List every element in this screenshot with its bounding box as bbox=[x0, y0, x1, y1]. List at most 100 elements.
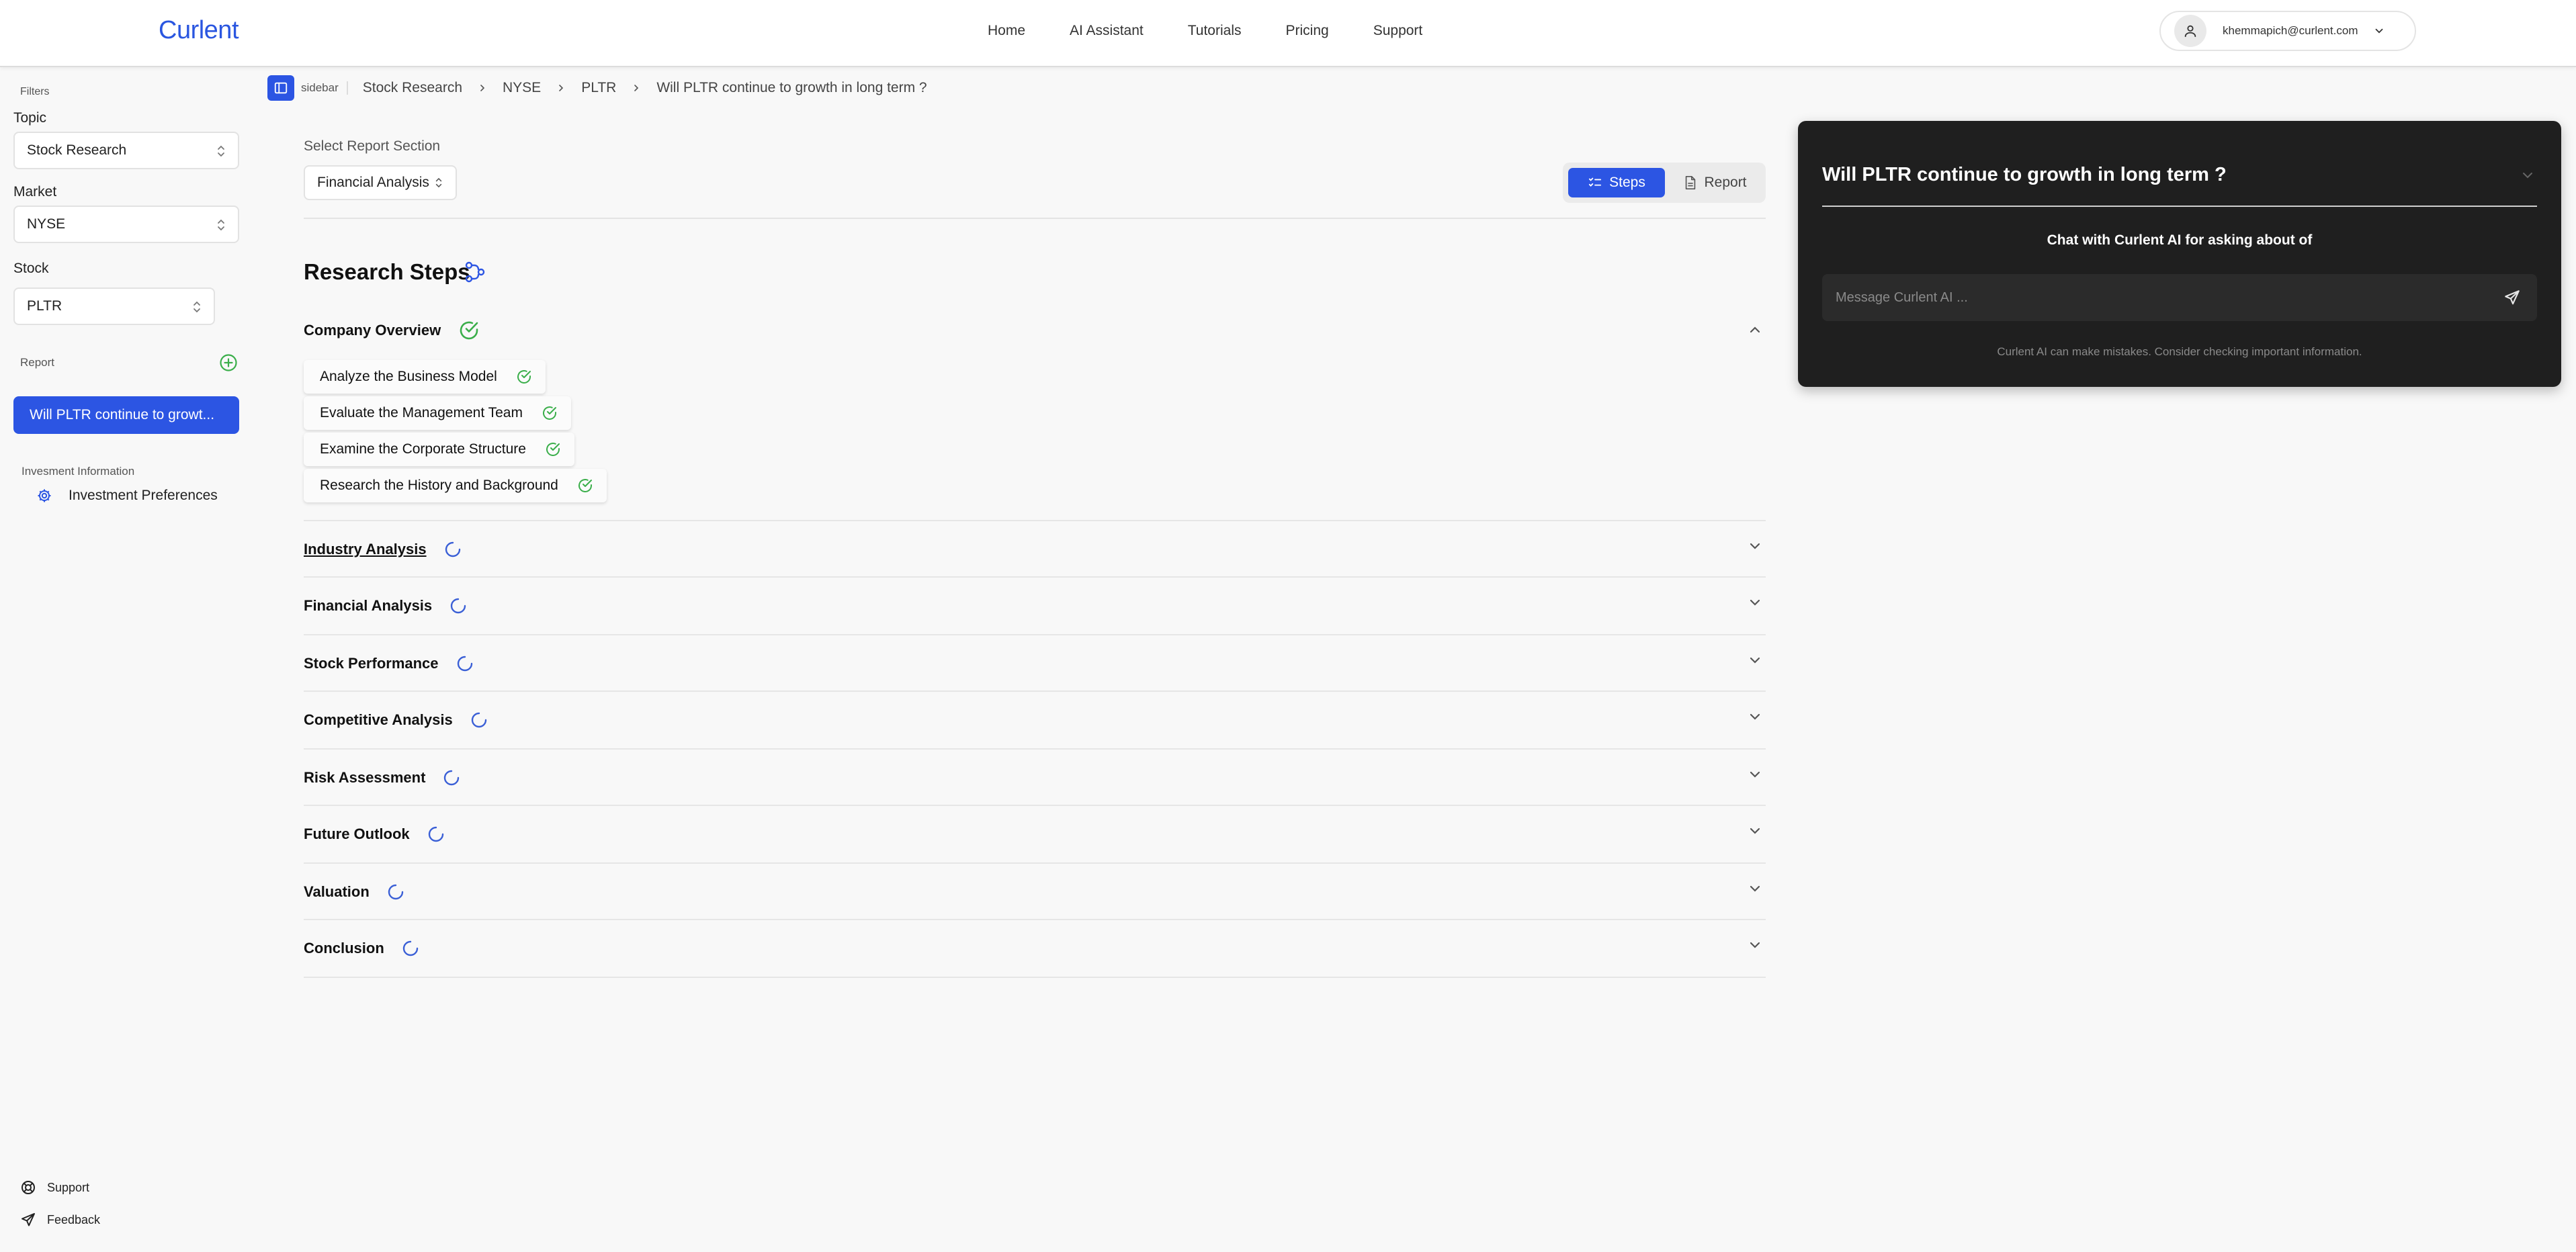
sidebar-toggle-label: sidebar bbox=[301, 81, 348, 95]
section-title: Conclusion bbox=[304, 940, 384, 956]
step-label: Analyze the Business Model bbox=[320, 369, 497, 384]
chevron-down-icon[interactable] bbox=[2521, 171, 2534, 183]
support-link[interactable]: Support bbox=[20, 1179, 89, 1196]
section-title: Company Overview bbox=[304, 322, 441, 339]
check-circle-icon bbox=[516, 369, 532, 385]
select-section-label: Select Report Section bbox=[304, 138, 441, 154]
research-steps-title: Research Steps bbox=[304, 259, 470, 284]
user-email: khemmapich@curlent.com bbox=[2223, 24, 2358, 37]
chat-input[interactable] bbox=[1836, 274, 2481, 321]
nav-pricing[interactable]: Pricing bbox=[1286, 23, 1329, 39]
step-item[interactable]: Examine the Corporate Structure bbox=[304, 433, 574, 466]
sidebar-icon bbox=[274, 82, 288, 94]
nav-support[interactable]: Support bbox=[1373, 23, 1423, 39]
sidebar-toggle-button[interactable] bbox=[267, 75, 294, 101]
view-toggle: Steps Report bbox=[1563, 163, 1766, 203]
chevron-down-icon bbox=[1748, 541, 1762, 554]
step-label: Research the History and Background bbox=[320, 478, 558, 493]
step-label: Evaluate the Management Team bbox=[320, 405, 523, 420]
loading-spinner-icon bbox=[443, 539, 463, 560]
chevron-right-icon bbox=[477, 83, 488, 93]
chat-panel: Will PLTR continue to growth in long ter… bbox=[1798, 121, 2561, 387]
user-icon bbox=[2174, 15, 2206, 47]
market-select-value: NYSE bbox=[27, 216, 66, 232]
steps-tab[interactable]: Steps bbox=[1568, 168, 1665, 197]
breadcrumb-item-stock[interactable]: PLTR bbox=[581, 80, 616, 96]
stock-label: Stock bbox=[13, 261, 49, 276]
report-tab-label: Report bbox=[1704, 175, 1747, 190]
life-buoy-icon bbox=[22, 1181, 35, 1194]
add-report-button[interactable] bbox=[219, 353, 238, 372]
sort-caret-icon bbox=[192, 300, 202, 318]
stock-select[interactable]: PLTR bbox=[13, 287, 215, 325]
workflow-icon bbox=[462, 259, 488, 288]
divider bbox=[304, 218, 1766, 219]
chevron-down-icon bbox=[1748, 826, 1762, 839]
check-circle-icon bbox=[457, 318, 481, 343]
chevron-right-icon bbox=[556, 83, 566, 93]
nav-tutorials[interactable]: Tutorials bbox=[1188, 23, 1242, 39]
chevron-down-icon bbox=[1748, 656, 1762, 668]
chevron-right-icon bbox=[631, 83, 642, 93]
steps-tab-label: Steps bbox=[1609, 175, 1645, 190]
market-select[interactable]: NYSE bbox=[13, 206, 239, 243]
sort-caret-icon bbox=[216, 218, 226, 236]
section-company-overview[interactable]: Company Overview bbox=[304, 302, 1766, 359]
topic-label: Topic bbox=[13, 110, 47, 126]
top-navbar: Curlent Home AI Assistant Tutorials Pric… bbox=[0, 0, 2576, 67]
gear-icon bbox=[38, 489, 51, 502]
loading-spinner-icon bbox=[386, 882, 406, 902]
step-item[interactable]: Evaluate the Management Team bbox=[304, 396, 571, 430]
section-financial-analysis[interactable]: Financial Analysis bbox=[304, 578, 1766, 634]
loading-spinner-icon bbox=[400, 938, 421, 958]
section-competitive-analysis[interactable]: Competitive Analysis bbox=[304, 692, 1766, 748]
step-item[interactable]: Research the History and Background bbox=[304, 469, 607, 502]
nav-home[interactable]: Home bbox=[988, 23, 1025, 39]
section-conclusion[interactable]: Conclusion bbox=[304, 920, 1766, 977]
loading-spinner-icon bbox=[426, 824, 446, 844]
logo[interactable]: Curlent bbox=[159, 16, 239, 45]
send-icon[interactable] bbox=[2503, 289, 2521, 310]
report-label: Report bbox=[20, 356, 55, 369]
chat-title: Will PLTR continue to growth in long ter… bbox=[1822, 164, 2227, 185]
section-future-outlook[interactable]: Future Outlook bbox=[304, 806, 1766, 862]
main-nav: Home AI Assistant Tutorials Pricing Supp… bbox=[988, 23, 1467, 39]
chevron-down-icon bbox=[1748, 598, 1762, 611]
section-risk-assessment[interactable]: Risk Assessment bbox=[304, 750, 1766, 806]
loading-spinner-icon bbox=[455, 654, 475, 674]
chevron-down-icon bbox=[1748, 940, 1762, 953]
chevron-down-icon bbox=[1748, 770, 1762, 782]
section-industry-analysis[interactable]: Industry Analysis bbox=[304, 521, 1766, 578]
report-section-select[interactable]: Financial Analysis bbox=[304, 165, 457, 200]
divider bbox=[1822, 206, 2537, 207]
breadcrumb: sidebar Stock Research NYSE PLTR Will PL… bbox=[267, 75, 927, 101]
investment-preferences-link[interactable]: Investment Preferences bbox=[36, 488, 218, 504]
section-stock-performance[interactable]: Stock Performance bbox=[304, 635, 1766, 692]
report-item[interactable]: Will PLTR continue to growt... bbox=[13, 396, 239, 434]
nav-ai-assistant[interactable]: AI Assistant bbox=[1070, 23, 1144, 39]
section-title: Valuation bbox=[304, 883, 370, 900]
sidebar: Filters Topic Stock Research Market NYSE… bbox=[0, 69, 249, 1252]
chat-disclaimer: Curlent AI can make mistakes. Consider c… bbox=[1997, 345, 2362, 358]
loading-spinner-icon bbox=[448, 596, 468, 616]
user-menu[interactable]: khemmapich@curlent.com bbox=[2159, 11, 2416, 51]
topic-select[interactable]: Stock Research bbox=[13, 132, 239, 169]
divider bbox=[304, 977, 1766, 978]
feedback-link[interactable]: Feedback bbox=[20, 1212, 100, 1228]
section-valuation[interactable]: Valuation bbox=[304, 864, 1766, 920]
section-title: Risk Assessment bbox=[304, 769, 426, 786]
step-item[interactable]: Analyze the Business Model bbox=[304, 360, 546, 394]
filters-label: Filters bbox=[20, 86, 50, 97]
loading-spinner-icon bbox=[469, 710, 489, 730]
report-tab[interactable]: Report bbox=[1670, 168, 1760, 197]
section-title: Competitive Analysis bbox=[304, 711, 453, 728]
breadcrumb-item-topic[interactable]: Stock Research bbox=[363, 80, 462, 96]
breadcrumb-item-market[interactable]: NYSE bbox=[503, 80, 541, 96]
sort-caret-icon bbox=[435, 176, 443, 189]
plus-circle-icon bbox=[220, 354, 237, 371]
market-label: Market bbox=[13, 184, 57, 199]
list-check-icon bbox=[1589, 177, 1602, 187]
chevron-down-icon bbox=[2373, 25, 2385, 37]
section-title: Industry Analysis bbox=[304, 541, 427, 557]
investment-preferences-label: Investment Preferences bbox=[69, 488, 218, 503]
